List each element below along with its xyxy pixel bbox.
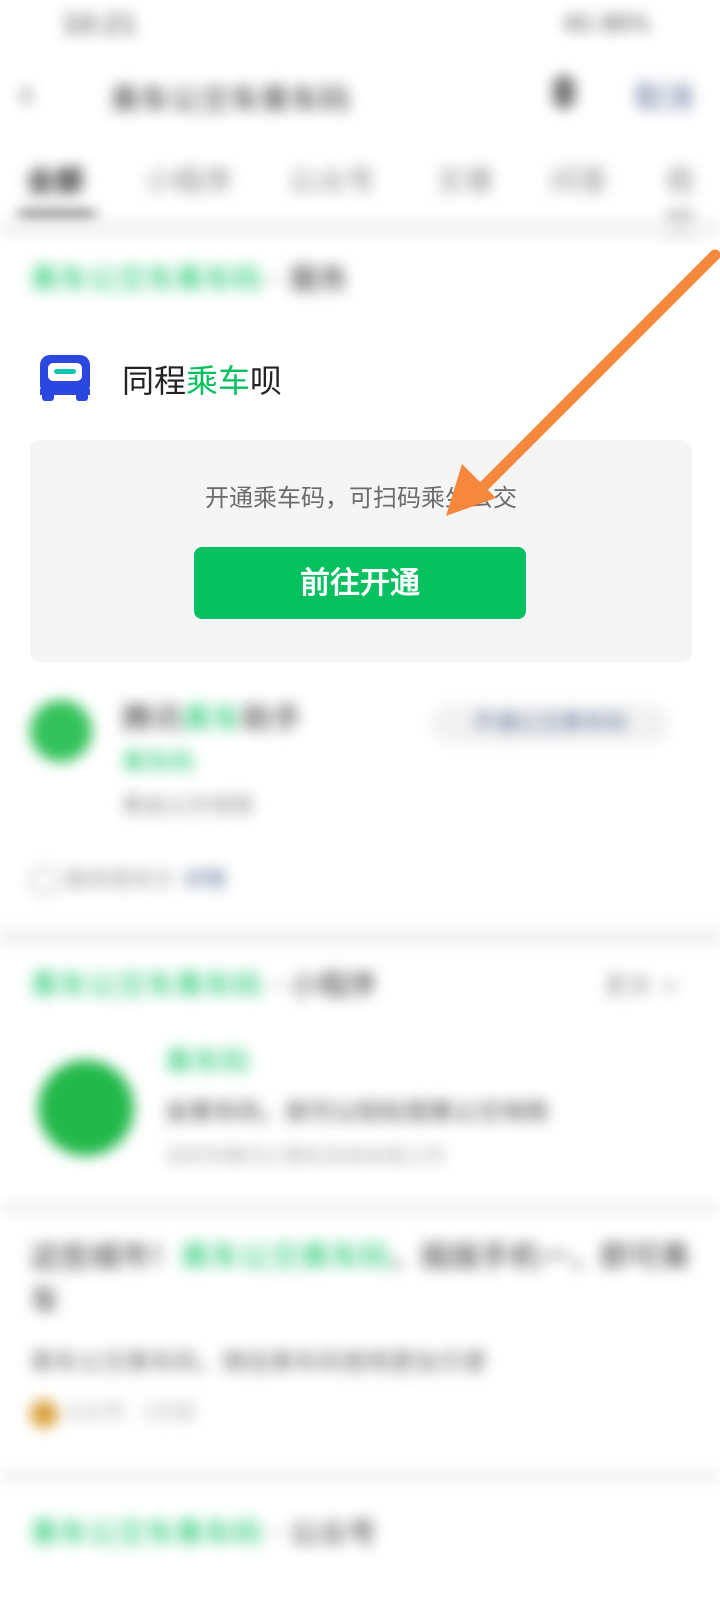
mini-program-source: 深圳市腾讯计算机系统有限公司 — [165, 1144, 445, 1168]
watermark-brand: Baidu经验 — [550, 1523, 707, 1558]
search-query[interactable]: 乘车公交车乘车码 — [110, 75, 350, 119]
divider — [0, 222, 720, 236]
baidu-watermark: Baidu经验 jingyan.baidu.com — [550, 1515, 706, 1577]
status-time: 10:21 — [62, 10, 137, 40]
helper-footer-text: 服务提供方 — [65, 868, 176, 893]
mini-program-logo-icon — [38, 1060, 134, 1156]
article-meta-text: 公众号 · 2天前 — [64, 1400, 197, 1424]
tab-miniprogram[interactable]: 小程序 — [145, 158, 232, 200]
divider — [0, 928, 720, 946]
helper-logo-icon — [30, 700, 92, 762]
section-header-official-account: 乘车公交车乘车码 · 公众号 — [30, 1510, 377, 1552]
more-link[interactable]: 更多 > — [604, 966, 680, 1001]
result-tabs: 全部 小程序 公众号 文章 问答 视频 — [0, 140, 720, 240]
service-brand[interactable]: 同程乘车呗 — [122, 356, 282, 402]
helper-title-prefix: 腾讯 — [122, 702, 182, 737]
section-title-highlight: 乘车公交车乘车码 — [30, 262, 263, 296]
status-bar: 10:21 4G 86% — [0, 0, 720, 50]
mini-program-title: 乘车码 — [165, 1045, 250, 1078]
service-tip: 开通乘车码，可扫码乘坐公交 — [205, 484, 517, 512]
brand-suffix: 呗 — [250, 362, 283, 400]
tab-qa[interactable]: 问答 — [550, 158, 608, 200]
cancel-button[interactable]: 取消 — [634, 73, 694, 117]
article-title-prefix: 这些城市！ — [30, 1240, 180, 1275]
watermark-url: jingyan.baidu.com — [550, 1561, 680, 1577]
service-card: 开通乘车码，可扫码乘坐公交 前往开通 — [30, 440, 692, 662]
brand-highlight: 乘车 — [186, 362, 251, 400]
section-title-suffix: · 小程序 — [271, 968, 377, 1002]
tab-official-account[interactable]: 公众号 — [288, 158, 375, 200]
section-title-highlight: 乘车公交车乘车码 — [30, 968, 263, 1002]
brand-prefix: 同程 — [122, 362, 187, 400]
article-item[interactable]: 这些城市！乘车公交乘车码，摇摇手机一，即可乘车 乘车公交乘车码，微信乘车码使用更… — [30, 1236, 690, 1428]
helper-tag: 乘车码 — [122, 748, 194, 776]
status-info: 4G 86% — [563, 12, 650, 37]
helper-title-suffix: 助手 — [242, 702, 302, 737]
section-title-highlight: 乘车公交车乘车码 — [30, 1516, 263, 1550]
chevron-left-icon[interactable]: ‹ — [18, 71, 34, 117]
helper-title: 腾讯乘车助手 — [122, 694, 302, 738]
service-item-helper[interactable]: 腾讯乘车助手 乘车码 乘坐公交地铁 开通公交乘车码 — [30, 700, 690, 820]
helper-title-highlight: 乘车 — [182, 702, 242, 737]
bus-icon — [38, 353, 92, 405]
section-header-service: 乘车公交车乘车码 · 服务 — [30, 256, 348, 298]
mini-program-desc: 坐乘车码，就可以轻松搭乘公交地铁 — [165, 1098, 549, 1126]
helper-footer-link[interactable]: 详情 — [182, 868, 226, 893]
author-avatar — [30, 1399, 58, 1428]
microphone-icon[interactable] — [553, 75, 575, 109]
article-body: 乘车公交乘车码，微信乘车码使用更加方便 — [30, 1348, 486, 1376]
tab-articles[interactable]: 文章 — [436, 158, 494, 200]
tab-all[interactable]: 全部 — [26, 158, 84, 200]
section-title-suffix: · 公众号 — [271, 1516, 377, 1550]
divider — [0, 1202, 720, 1214]
helper-desc: 乘坐公交地铁 — [122, 794, 255, 819]
search-bar: ‹ 乘车公交车乘车码 取消 — [0, 55, 720, 130]
article-meta: 公众号 · 2天前 — [30, 1396, 690, 1428]
article-title: 这些城市！乘车公交乘车码，摇摇手机一，即可乘车 — [30, 1236, 690, 1324]
tab-indicator — [18, 212, 96, 218]
helper-action-button[interactable]: 开通公交乘车码 — [430, 704, 670, 744]
info-icon — [30, 867, 58, 895]
article-title-highlight: 乘车公交乘车码 — [180, 1240, 390, 1275]
helper-footer: 服务提供方 详情 — [30, 862, 226, 895]
activate-button[interactable]: 前往开通 — [194, 547, 526, 619]
mini-program-item[interactable]: 乘车码 坐乘车码，就可以轻松搭乘公交地铁 深圳市腾讯计算机系统有限公司 — [30, 1040, 690, 1170]
section-title-suffix: · 服务 — [271, 262, 348, 296]
section-header-miniprogram: 乘车公交车乘车码 · 小程序 — [30, 962, 377, 1004]
divider — [0, 1470, 720, 1482]
